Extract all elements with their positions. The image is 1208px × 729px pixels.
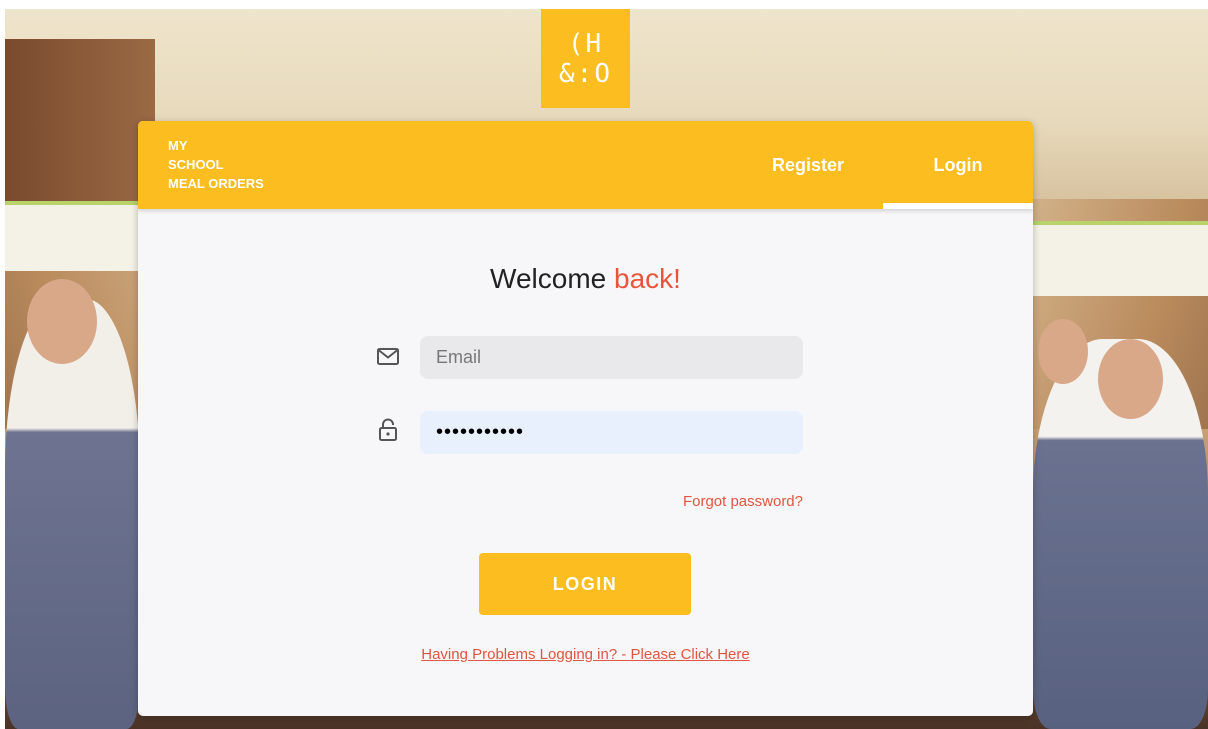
- chef-head: [1098, 339, 1163, 419]
- lock-icon: [379, 418, 397, 441]
- wall-panel: [5, 39, 155, 209]
- email-input[interactable]: [420, 336, 803, 379]
- card-header: MY SCHOOL MEAL ORDERS Register Login: [138, 121, 1033, 209]
- forgot-password-link[interactable]: Forgot password?: [683, 493, 803, 510]
- logo-line-1: (H: [567, 28, 604, 59]
- password-input[interactable]: [420, 411, 803, 454]
- login-help-link[interactable]: Having Problems Logging in? - Please Cli…: [421, 646, 750, 663]
- welcome-text: Welcome: [490, 263, 607, 294]
- welcome-accent-text: back!: [614, 263, 681, 294]
- logo-line-2: &:O: [559, 58, 612, 89]
- banner-left: [5, 201, 145, 271]
- login-button[interactable]: LOGIN: [479, 553, 691, 615]
- tab-login[interactable]: Login: [883, 121, 1033, 209]
- banner-right: [1033, 221, 1208, 296]
- welcome-heading: Welcome back!: [138, 263, 1033, 295]
- active-tab-indicator: [883, 203, 1033, 209]
- app-brand-title: MY SCHOOL MEAL ORDERS: [168, 138, 264, 191]
- brand-logo: (H &:O: [541, 9, 630, 108]
- help-link-row: Having Problems Logging in? - Please Cli…: [138, 646, 1033, 664]
- chef-left: [5, 299, 140, 729]
- tab-register[interactable]: Register: [733, 121, 883, 209]
- login-card: MY SCHOOL MEAL ORDERS Register Login Wel…: [138, 121, 1033, 716]
- chef-head: [27, 279, 97, 364]
- mail-icon: [377, 348, 399, 365]
- chef-head: [1038, 319, 1088, 384]
